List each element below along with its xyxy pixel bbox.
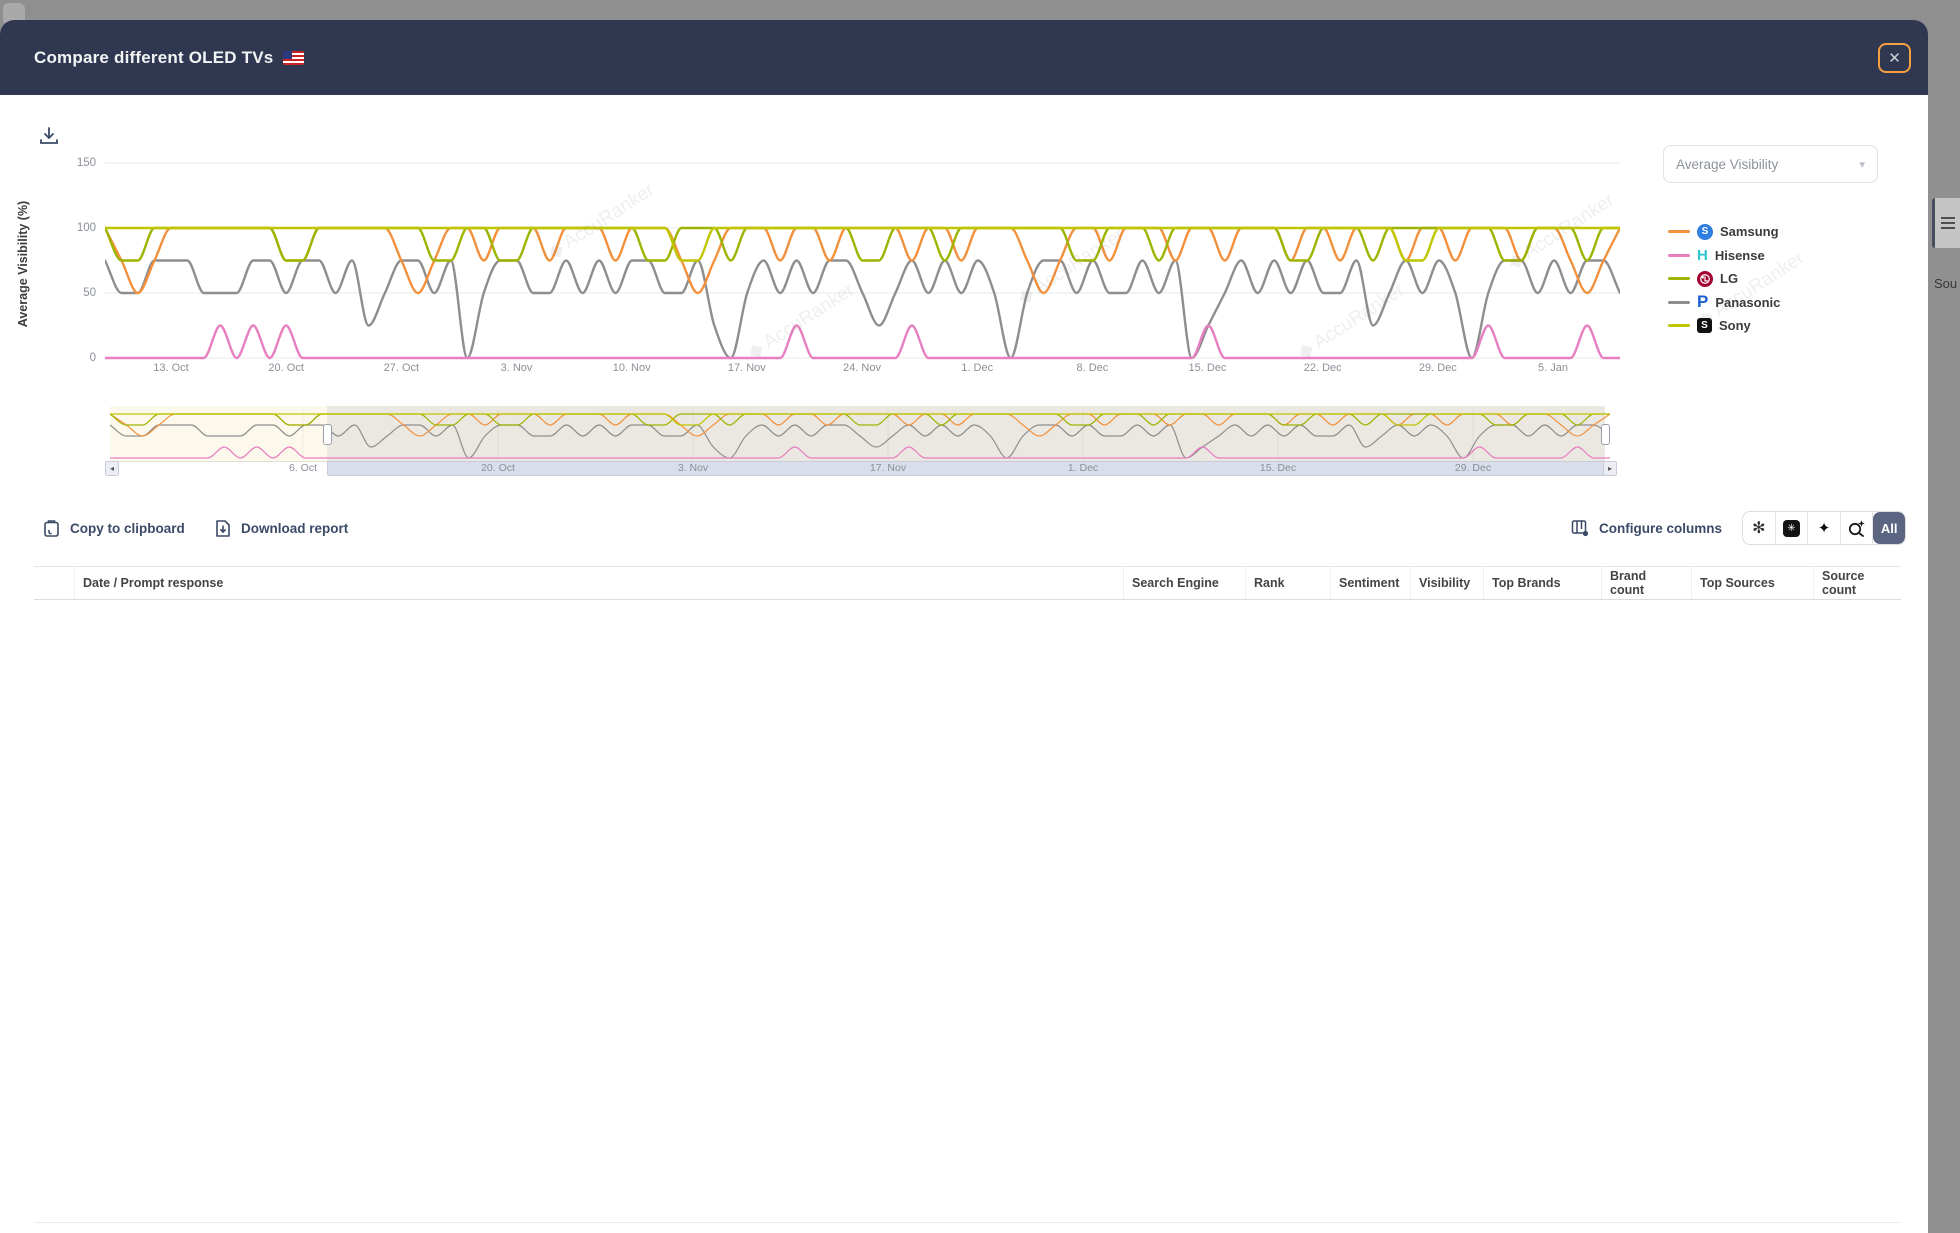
results-table: Date / Prompt responseSearch EngineRankS… (34, 566, 1901, 600)
gemini-icon: ✦ (1818, 519, 1831, 537)
column-header-visibility: Visibility (1411, 567, 1484, 599)
column-header-source-count: Source count (1814, 567, 1901, 599)
legend-dash (1668, 301, 1690, 304)
legend-item-panasonic: P Panasonic (1668, 291, 1780, 315)
y-axis-title: Average Visibility (%) (16, 179, 30, 349)
y-tick-label: 0 (62, 352, 96, 364)
column-header-rank: Rank (1246, 567, 1331, 599)
y-tick-label: 50 (62, 287, 96, 299)
column-header-top-brands: Top Brands (1484, 567, 1602, 599)
samsung-brand-icon: S (1697, 224, 1713, 240)
copy-to-clipboard-label: Copy to clipboard (70, 521, 185, 536)
scroll-right-icon[interactable]: ▸ (1603, 461, 1617, 476)
background-menu-button (1932, 198, 1960, 248)
filter-ai-mode-button[interactable] (1841, 512, 1874, 544)
modal-header: Compare different OLED TVs ✕ (0, 20, 1928, 95)
chatgpt-icon: ✻ (1752, 518, 1765, 538)
scroll-left-icon[interactable]: ◂ (105, 461, 119, 476)
legend-label: Sony (1719, 318, 1751, 333)
legend-dash (1668, 230, 1690, 233)
clipboard-icon (42, 519, 61, 538)
table-footer-divider (34, 1222, 1901, 1223)
ai-mode-icon (1847, 519, 1866, 537)
filter-chatgpt-button[interactable]: ✻ (1743, 512, 1776, 544)
document-download-icon (214, 519, 232, 538)
legend-item-lg: LG (1668, 267, 1780, 291)
column-header-date-prompt-response: Date / Prompt response (75, 567, 1124, 599)
metric-dropdown-value: Average Visibility (1676, 157, 1778, 172)
column-header-expander (34, 567, 75, 599)
column-header-brand-count: Brand count (1602, 567, 1692, 599)
configure-columns-button[interactable]: Configure columns (1570, 511, 1722, 545)
sony-brand-icon: S (1697, 318, 1712, 333)
configure-columns-label: Configure columns (1599, 521, 1722, 536)
legend-label: Panasonic (1715, 295, 1780, 310)
column-header-sentiment: Sentiment (1331, 567, 1411, 599)
ai-overview-icon: ✳ (1783, 520, 1800, 537)
columns-gear-icon (1570, 518, 1590, 538)
background-page-strip: Sou (1928, 0, 1960, 1233)
chart-legend: SSamsungHHisenseLGPPanasonicSSony (1668, 220, 1780, 338)
legend-dash (1668, 324, 1690, 327)
legend-item-sony: S Sony (1668, 314, 1780, 338)
navigator-date-label: 6. Oct (289, 462, 317, 474)
legend-dash (1668, 277, 1690, 280)
chevron-down-icon: ▾ (1859, 158, 1865, 171)
modal-title: Compare different OLED TVs (34, 48, 273, 68)
hisense-brand-icon: H (1697, 247, 1708, 264)
close-icon: ✕ (1888, 49, 1901, 67)
compare-modal: Compare different OLED TVs ✕ Average Vis… (0, 20, 1928, 1233)
legend-dash (1668, 254, 1690, 257)
lg-brand-icon (1697, 271, 1713, 287)
y-tick-label: 100 (62, 222, 96, 234)
filter-all-button[interactable]: All (1873, 512, 1905, 544)
filter-ai-overview-button[interactable]: ✳ (1776, 512, 1809, 544)
navigator-left-handle[interactable] (323, 424, 332, 445)
background-sources-column-label: Sou (1934, 276, 1957, 291)
metric-dropdown[interactable]: Average Visibility ▾ (1663, 145, 1878, 183)
copy-to-clipboard-button[interactable]: Copy to clipboard (42, 511, 185, 545)
legend-label: Hisense (1715, 248, 1765, 263)
navigator-scrollbar-thumb[interactable] (327, 461, 1605, 476)
navigator-right-handle[interactable] (1601, 424, 1610, 445)
navigator-scrollbar[interactable]: ◂ ▸ 6. Oct20. Oct3. Nov17. Nov1. Dec15. … (105, 461, 1617, 477)
chart-navigator (110, 406, 1610, 462)
column-header-top-sources: Top Sources (1692, 567, 1814, 599)
legend-item-hisense: H Hisense (1668, 244, 1780, 268)
visibility-line-chart (105, 140, 1620, 380)
table-header-row: Date / Prompt responseSearch EngineRankS… (34, 566, 1901, 600)
download-chart-button[interactable] (38, 125, 60, 147)
filter-gemini-button[interactable]: ✦ (1808, 512, 1841, 544)
download-report-label: Download report (241, 521, 348, 536)
us-flag-icon (283, 51, 304, 65)
panasonic-brand-icon: P (1697, 292, 1708, 312)
search-engine-filter-group: ✻ ✳ ✦ All (1742, 511, 1906, 545)
column-header-search-engine: Search Engine (1124, 567, 1246, 599)
close-button[interactable]: ✕ (1878, 43, 1911, 73)
legend-label: LG (1720, 271, 1738, 286)
legend-item-samsung: S Samsung (1668, 220, 1780, 244)
navigator-mini-chart (110, 406, 1610, 462)
legend-label: Samsung (1720, 224, 1779, 239)
download-report-button[interactable]: Download report (214, 511, 348, 545)
y-tick-label: 150 (62, 157, 96, 169)
